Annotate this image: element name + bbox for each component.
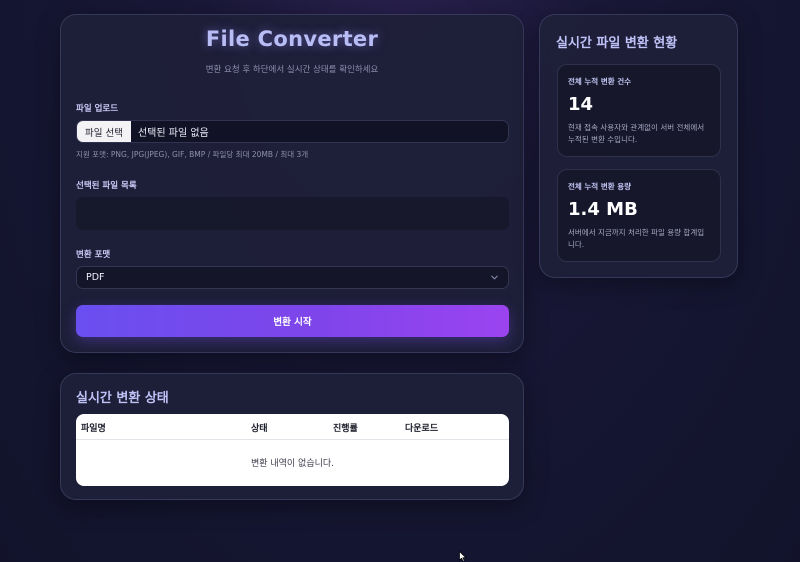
- chevron-down-icon: [491, 275, 498, 280]
- choose-file-button[interactable]: 파일 선택: [77, 121, 131, 142]
- supported-formats-note: 지원 포맷: PNG, JPG(JPEG), GIF, BMP / 파일당 최대…: [76, 150, 309, 159]
- total-size-description: 서버에서 지금까지 처리한 파일 용량 합계입니다.: [568, 228, 705, 249]
- format-select[interactable]: PDF: [76, 266, 509, 289]
- column-header-status: 상태: [251, 424, 268, 434]
- status-table: 파일명 상태 진행률 다운로드 변환 내역이 없습니다.: [76, 414, 509, 486]
- selected-files-list: [76, 197, 509, 230]
- status-title: 실시간 변환 상태: [76, 391, 169, 406]
- format-label: 변환 포맷: [76, 250, 111, 260]
- total-count-value: 14: [568, 94, 594, 115]
- column-header-download: 다운로드: [405, 424, 439, 434]
- stats-title: 실시간 파일 변환 현황: [556, 36, 678, 51]
- status-empty-message: 변환 내역이 없습니다.: [250, 459, 335, 469]
- total-size-label: 전체 누적 변환 용량: [568, 182, 632, 191]
- format-select-value: PDF: [86, 272, 105, 283]
- start-conversion-button[interactable]: 변환 시작: [76, 305, 509, 337]
- file-upload-input[interactable]: 파일 선택 선택된 파일 없음: [76, 120, 509, 143]
- stats-panel: 실시간 파일 변환 현황 전체 누적 변환 건수 14 현재 접속 사용자와 관…: [539, 14, 738, 278]
- no-file-text: 선택된 파일 없음: [137, 128, 209, 139]
- mouse-pointer-icon: [459, 551, 467, 562]
- selected-files-label: 선택된 파일 목록: [76, 181, 137, 191]
- total-size-card: 전체 누적 변환 용량 1.4 MB 서버에서 지금까지 처리한 파일 용량 합…: [557, 169, 721, 262]
- total-count-label: 전체 누적 변환 건수: [568, 77, 632, 86]
- upload-label: 파일 업로드: [76, 104, 119, 114]
- page-title: File Converter: [205, 27, 379, 51]
- total-count-card: 전체 누적 변환 건수 14 현재 접속 사용자와 관계없이 서버 전체에서 누…: [557, 64, 721, 157]
- total-size-value: 1.4 MB: [568, 199, 638, 220]
- status-table-header: 파일명 상태 진행률 다운로드: [76, 414, 509, 440]
- total-count-description: 현재 접속 사용자와 관계없이 서버 전체에서 누적된 변환 수입니다.: [568, 123, 705, 144]
- column-header-progress: 진행률: [333, 424, 358, 434]
- converter-panel: File Converter 변환 요청 후 하단에서 실시간 상태를 확인하세…: [60, 14, 524, 353]
- status-panel: 실시간 변환 상태 파일명 상태 진행률 다운로드 변환 내역이 없습니다.: [60, 373, 524, 500]
- page-subtitle: 변환 요청 후 하단에서 실시간 상태를 확인하세요: [205, 65, 379, 75]
- column-header-filename: 파일명: [81, 424, 106, 434]
